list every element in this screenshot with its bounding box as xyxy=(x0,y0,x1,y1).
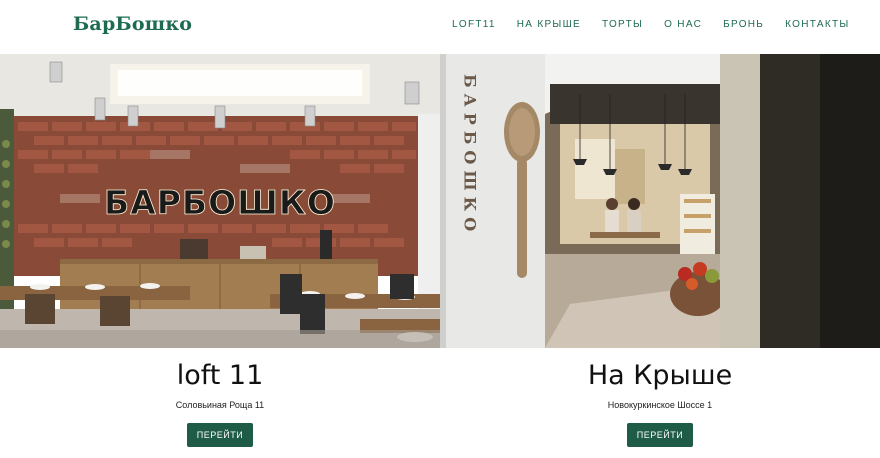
nav-item-loft11[interactable]: LOFT11 xyxy=(452,19,496,30)
venue-address: Новокуркинское Шоссе 1 xyxy=(607,400,713,411)
nav-item-o-nas[interactable]: О НАС xyxy=(664,19,702,30)
loft-sign-text: БАРБОШКО xyxy=(104,183,336,222)
nav-item-bron[interactable]: БРОНЬ xyxy=(723,19,764,30)
site-logo[interactable]: БарБошко xyxy=(73,13,192,35)
go-button-na-kryshe[interactable]: ПЕРЕЙТИ xyxy=(626,423,694,448)
venue-photos: БАРБОШКО БАРБОШКО xyxy=(0,54,880,348)
main-nav: LOFT11 НА КРЫШЕ ТОРТЫ О НАС БРОНЬ КОНТАК… xyxy=(452,19,871,30)
loft-interior-photo: БАРБОШКО xyxy=(0,54,440,348)
nav-item-kontakty[interactable]: КОНТАКТЫ xyxy=(785,19,849,30)
go-button-loft11[interactable]: ПЕРЕЙТИ xyxy=(186,423,254,448)
rooftop-interior-photo: БАРБОШКО xyxy=(440,54,880,348)
nav-item-na-kryshe[interactable]: НА КРЫШЕ xyxy=(517,19,581,30)
wall-sign-text: БАРБОШКО xyxy=(461,74,480,237)
venue-card-na-kryshe: На Крыше Новокуркинское Шоссе 1 ПЕРЕЙТИ xyxy=(440,360,880,448)
venue-title: loft 11 xyxy=(176,360,264,391)
venue-card-loft11: loft 11 Соловьиная Роща 11 ПЕРЕЙТИ xyxy=(0,360,440,448)
site-header: БарБошко LOFT11 НА КРЫШЕ ТОРТЫ О НАС БРО… xyxy=(0,0,880,54)
venue-title: На Крыше xyxy=(587,360,733,391)
nav-item-torty[interactable]: ТОРТЫ xyxy=(602,19,643,30)
venue-address: Соловьиная Роща 11 xyxy=(175,400,265,411)
